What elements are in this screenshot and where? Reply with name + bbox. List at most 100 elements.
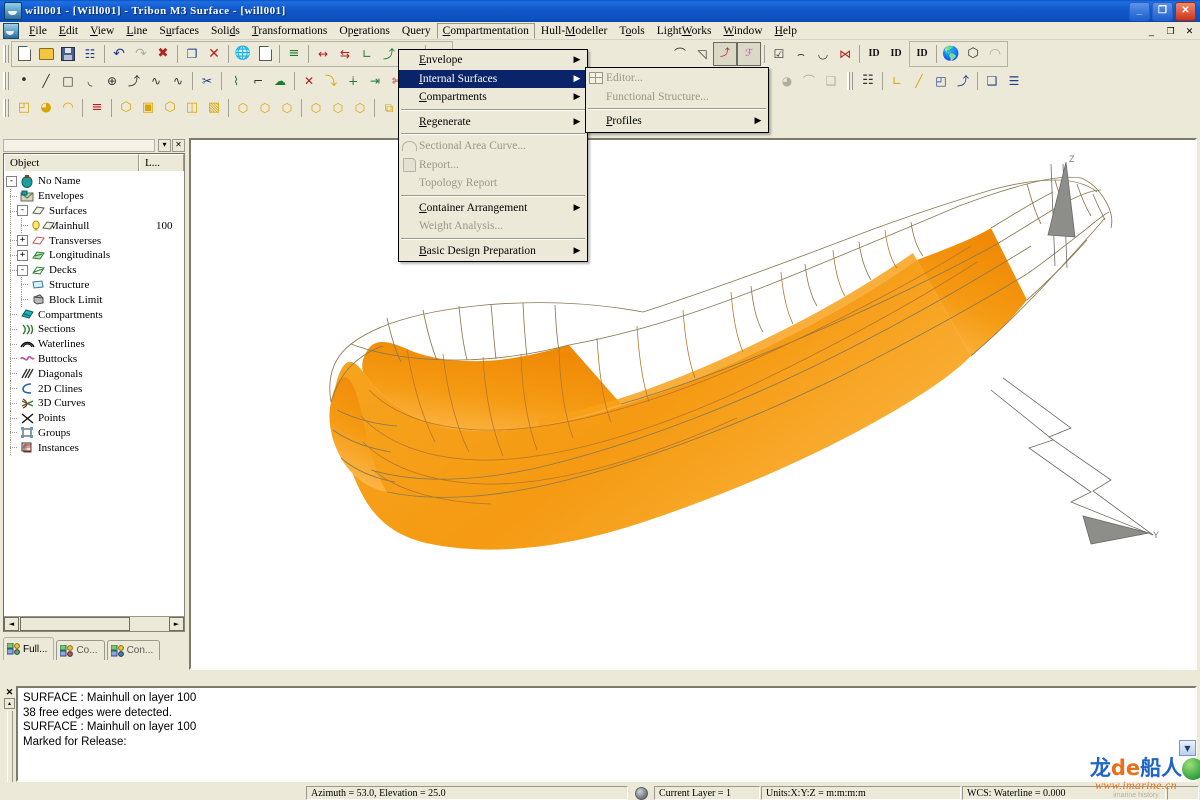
menu-item-profiles[interactable]: Profiles ▶ bbox=[586, 112, 768, 131]
menu-item-surfaces[interactable]: Surfaces bbox=[153, 23, 205, 39]
sidebar-tab-con[interactable]: Con... bbox=[106, 640, 161, 660]
tree-item-buttocks[interactable]: Buttocks bbox=[6, 351, 184, 367]
compartment-copy-button[interactable]: ⬡ bbox=[159, 97, 181, 119]
compartment-book-button[interactable]: ◫ bbox=[181, 97, 203, 119]
surface-check-button[interactable]: ☑ bbox=[768, 43, 790, 65]
tree-item-longitudinals[interactable]: + Longitudinals bbox=[6, 247, 184, 263]
tree-item-waterlines[interactable]: Waterlines bbox=[6, 336, 184, 352]
dimension-horizontal-button[interactable]: ↔ bbox=[312, 43, 334, 65]
menu-item-container-arrangement[interactable]: Container Arrangement ▶ bbox=[399, 199, 587, 218]
trim-scissors-button[interactable]: ✂ bbox=[196, 70, 218, 92]
circle-tool-button[interactable]: ⊕ bbox=[101, 70, 123, 92]
pair-copy-1-button[interactable]: ⧉ bbox=[378, 97, 400, 119]
properties-button[interactable]: ☷ bbox=[857, 70, 879, 92]
group-oc-button[interactable]: ⬡ bbox=[276, 97, 298, 119]
close-button[interactable]: ✕ bbox=[1175, 1, 1196, 21]
compartmentation-dropdown-menu[interactable]: Envelope ▶ Internal Surfaces ▶ Compartments ▶… bbox=[398, 49, 588, 262]
solid-stack-button[interactable]: ≡ bbox=[86, 97, 108, 119]
toolbar-grip-2[interactable] bbox=[3, 71, 9, 90]
nurbs-tool-button[interactable]: ∿ bbox=[167, 70, 189, 92]
object-tree[interactable]: - No Name Envelopes - Surfaces Mainhull 100 + Tr… bbox=[4, 171, 184, 616]
menu-item-compartments[interactable]: Compartments ▶ bbox=[399, 88, 587, 107]
column-header-object[interactable]: Object bbox=[4, 154, 139, 171]
menu-item-lightworks[interactable]: LightWorks bbox=[651, 23, 718, 39]
tree-expander-expand[interactable]: + bbox=[17, 235, 28, 247]
menu-item-operations[interactable]: Operations bbox=[333, 23, 395, 39]
fill-tool-button[interactable]: ☁ bbox=[269, 70, 291, 92]
group-ok-button[interactable]: ⬡ bbox=[232, 97, 254, 119]
render-box-button[interactable]: ⬡ bbox=[962, 43, 984, 65]
save-all-button[interactable]: ☷ bbox=[79, 43, 101, 65]
scroll-thumb[interactable] bbox=[20, 617, 130, 631]
tree-item-3d-curves[interactable]: 3D Curves bbox=[6, 395, 184, 411]
scroll-right-button[interactable]: ► bbox=[169, 617, 184, 631]
point-tool-button[interactable]: • bbox=[13, 70, 35, 92]
dimension-point-button[interactable]: ⤴ bbox=[378, 43, 400, 65]
menu-item-internal-surfaces[interactable]: Internal Surfaces ▶ bbox=[399, 69, 587, 88]
corner-tool-button[interactable]: ⌐ bbox=[247, 70, 269, 92]
tree-item-sections[interactable]: Sections bbox=[6, 321, 184, 337]
3d-scene[interactable]: Z Y bbox=[191, 140, 1195, 668]
dimension-angle-button[interactable]: ∟ bbox=[356, 43, 378, 65]
compartment-create-button[interactable]: ⬡ bbox=[115, 97, 137, 119]
menu-item-file[interactable]: File bbox=[23, 23, 53, 39]
surface-arc-dim-button[interactable]: ⌒ bbox=[798, 70, 820, 92]
menu-item-compartmentation[interactable]: Compartmentation bbox=[436, 22, 535, 39]
panel-close-icon[interactable]: ✕ bbox=[172, 138, 185, 152]
redo-button[interactable]: ↷ bbox=[130, 43, 152, 65]
surface-page-dim-button[interactable]: ❑ bbox=[820, 70, 842, 92]
report-list-button[interactable]: ☰ bbox=[1003, 70, 1025, 92]
tree-item-no-name[interactable]: - No Name bbox=[6, 174, 184, 189]
solid-create-button[interactable]: ◰ bbox=[13, 97, 35, 119]
sidebar-tab-co[interactable]: Co... bbox=[56, 640, 105, 660]
query-length-button[interactable]: ╱ bbox=[908, 70, 930, 92]
message-close-icon[interactable]: ✕ bbox=[4, 687, 15, 697]
menu-item-query[interactable]: Query bbox=[396, 23, 437, 39]
tree-horizontal-scrollbar[interactable]: ◄ ► bbox=[4, 616, 184, 631]
menu-item-basic-design-preparation[interactable]: Basic Design Preparation ▶ bbox=[399, 242, 587, 261]
spline-tool-button[interactable]: ⤴ bbox=[123, 70, 145, 92]
layers-button[interactable]: ≡ bbox=[283, 43, 305, 65]
tree-item-points[interactable]: Points bbox=[6, 410, 184, 426]
menu-item-solids[interactable]: Solids bbox=[205, 23, 246, 39]
blank-page-button[interactable] bbox=[254, 43, 276, 65]
tree-expander-collapse[interactable]: - bbox=[17, 205, 28, 217]
line-tool-button[interactable]: ╱ bbox=[35, 70, 57, 92]
tree-item-surfaces[interactable]: - Surfaces bbox=[6, 203, 184, 219]
tree-item-mainhull[interactable]: Mainhull 100 bbox=[6, 218, 184, 234]
menu-item-window[interactable]: Window bbox=[717, 23, 768, 39]
new-document-button[interactable] bbox=[13, 43, 35, 65]
grid-ok-button[interactable]: ⬡ bbox=[305, 97, 327, 119]
toolbar-grip-4[interactable] bbox=[3, 98, 9, 117]
mdi-minimize-button[interactable]: _ bbox=[1143, 23, 1160, 39]
tree-item-structure[interactable]: Structure bbox=[6, 277, 184, 293]
surface-shade-dim-button[interactable]: ◕ bbox=[776, 70, 798, 92]
undo-button[interactable]: ↶ bbox=[108, 43, 130, 65]
menu-item-help[interactable]: Help bbox=[769, 23, 803, 39]
mdi-close-button[interactable]: ✕ bbox=[1181, 23, 1198, 39]
rectangle-tool-button[interactable]: □ bbox=[57, 70, 79, 92]
render-shade-button[interactable]: ◠ bbox=[984, 43, 1006, 65]
grid-oc-button[interactable]: ⬡ bbox=[349, 97, 371, 119]
curve-tool-button[interactable]: ∿ bbox=[145, 70, 167, 92]
tree-item-instances[interactable]: Instances bbox=[6, 440, 184, 456]
project-globe-button[interactable]: 🌐 bbox=[232, 43, 254, 65]
undo-cancel-button[interactable]: ✖ bbox=[152, 43, 174, 65]
surface-dome-button[interactable]: ⌢ bbox=[790, 43, 812, 65]
menu-item-edit[interactable]: Edit bbox=[53, 23, 84, 39]
id-label-button[interactable]: ID bbox=[863, 43, 885, 65]
menu-item-envelope[interactable]: Envelope ▶ bbox=[399, 51, 587, 70]
query-area-button[interactable]: ◰ bbox=[930, 70, 952, 92]
curve-tool-mesh-button[interactable]: ℱ bbox=[737, 41, 761, 66]
modify-curve-button[interactable]: ⌇ bbox=[225, 70, 247, 92]
column-header-layer[interactable]: L... bbox=[139, 154, 184, 171]
mdi-restore-button[interactable]: ❐ bbox=[1162, 23, 1179, 39]
compartment-group-button[interactable]: ▧ bbox=[203, 97, 225, 119]
save-button[interactable] bbox=[57, 43, 79, 65]
dimension-aft-button[interactable]: ⇆ bbox=[334, 43, 356, 65]
menu-item-line[interactable]: Line bbox=[120, 23, 153, 39]
internal-surfaces-submenu[interactable]: Editor... Functional Structure... Profiles… bbox=[585, 67, 769, 133]
minimize-button[interactable]: _ bbox=[1129, 1, 1150, 21]
menu-item-hull-modeller[interactable]: Hull-Modeller bbox=[535, 23, 613, 39]
query-angle-button[interactable]: ∟ bbox=[886, 70, 908, 92]
